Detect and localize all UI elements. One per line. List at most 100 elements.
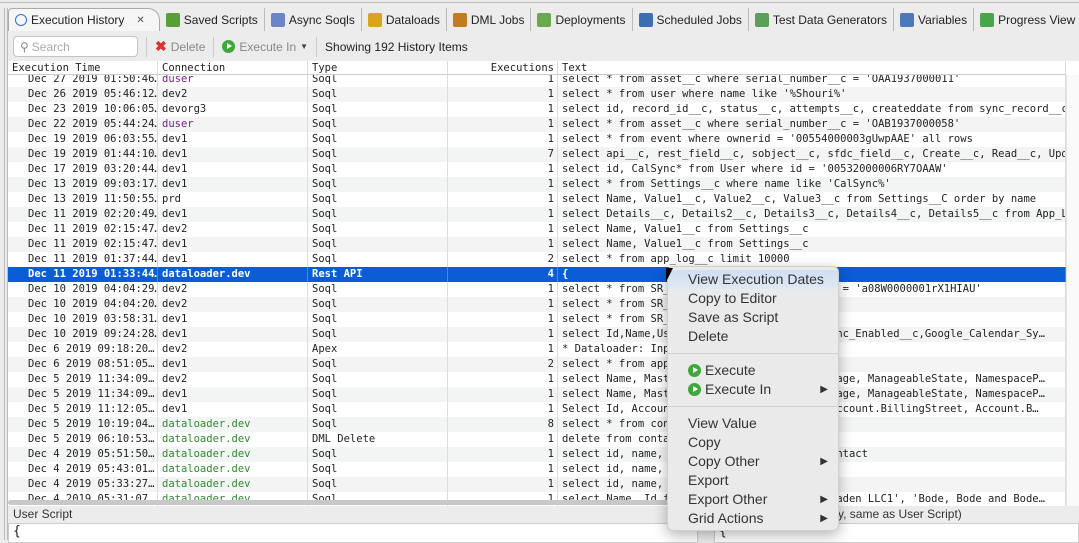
table-row[interactable]: Dec 10 2019 04:04:20… dev2 Soql 1 select * f… — [8, 297, 1066, 312]
cell-execution-time: Dec 22 2019 05:44:24… — [8, 117, 158, 132]
execute-icon — [688, 364, 701, 377]
tab-label: Variables — [917, 12, 968, 27]
tab-saved-scripts[interactable]: Saved Scripts — [159, 8, 265, 31]
menu-item-export-other[interactable]: Export Other ▶ — [668, 490, 838, 509]
delete-button[interactable]: ✖ Delete — [155, 38, 205, 55]
table-row[interactable]: Dec 4 2019 05:33:27… dataloader.dev Soql 1 s… — [8, 477, 1066, 492]
menu-item-execute[interactable]: Execute — [668, 361, 838, 380]
cell-connection: dev2 — [158, 87, 308, 102]
table-row[interactable]: Dec 10 2019 03:58:31… dev1 Soql 1 select * f… — [8, 312, 1066, 327]
table-row[interactable]: Dec 19 2019 06:03:55… dev1 Soql 1 select * f… — [8, 132, 1066, 147]
table-row[interactable]: Dec 10 2019 04:04:29… dev2 Soql 1 select * f… — [8, 282, 1066, 297]
cell-type: Soql — [308, 102, 448, 117]
menu-item-export[interactable]: Export — [668, 471, 838, 490]
tab-dml-jobs[interactable]: DML Jobs — [446, 8, 532, 31]
menu-item-save-as-script[interactable]: Save as Script — [668, 308, 838, 327]
table-row[interactable]: Dec 6 2019 09:18:20… dev2 Apex 1 * Dataloade… — [8, 342, 1066, 357]
table-row[interactable]: Dec 23 2019 10:06:05… devorg3 Soql 1 select … — [8, 102, 1066, 117]
cell-execution-time: Dec 10 2019 03:58:31… — [8, 312, 158, 327]
cell-connection: dataloader.dev — [158, 417, 308, 432]
menu-item-grid-actions[interactable]: Grid Actions ▶ — [668, 509, 838, 528]
close-tab-icon[interactable]: ✕ — [136, 15, 144, 26]
cell-execution-time: Dec 23 2019 10:06:05… — [8, 102, 158, 117]
execute-icon — [688, 383, 701, 396]
cell-executions: 1 — [448, 102, 558, 117]
tab-test-data-generators[interactable]: Test Data Generators — [748, 8, 894, 31]
cell-execution-time: Dec 13 2019 11:50:55… — [8, 192, 158, 207]
cell-text: select id, record_id__c, status__c, atte… — [558, 102, 1066, 117]
table-row[interactable]: Dec 19 2019 01:44:10… dev1 Soql 7 select api… — [8, 147, 1066, 162]
table-row[interactable]: Dec 5 2019 06:10:53… dataloader.dev DML De… — [8, 432, 1066, 447]
menu-item-copy-other[interactable]: Copy Other ▶ — [668, 452, 838, 471]
menu-item-copy-to-editor[interactable]: Copy to Editor — [668, 289, 838, 308]
tab-variables[interactable]: Variables — [893, 8, 975, 31]
tab-scheduled-jobs[interactable]: Scheduled Jobs — [632, 8, 749, 31]
tab-progress-view[interactable]: Progress View — [974, 8, 1079, 31]
cell-execution-time: Dec 13 2019 09:03:17… — [8, 177, 158, 192]
cell-text: select Name, Value1__c, Value2__c, Value… — [558, 192, 1066, 207]
table-row[interactable]: Dec 11 2019 02:15:47… dev1 Soql 1 select Nam… — [8, 237, 1066, 252]
cell-type: Soql — [308, 87, 448, 102]
table-row[interactable]: Dec 17 2019 03:20:44… dev1 Soql 1 select id,… — [8, 162, 1066, 177]
cell-text: select * from event where ownerid = '005… — [558, 132, 1066, 147]
tab-execution-history[interactable]: Execution History ✕ — [8, 8, 160, 31]
menu-item-view-value[interactable]: View Value — [668, 414, 838, 433]
cell-execution-time: Dec 11 2019 02:20:49… — [8, 207, 158, 222]
table-row[interactable]: Dec 22 2019 05:44:24… duser Soql 1 select * … — [8, 117, 1066, 132]
mouse-cursor-icon — [666, 268, 673, 282]
table-row[interactable]: Dec 5 2019 10:19:04… dataloader.dev Soql 8 s… — [8, 417, 1066, 432]
table-row[interactable]: Dec 4 2019 05:43:01… dataloader.dev Soql 1 s… — [8, 462, 1066, 477]
col-header-executions[interactable]: Executions — [448, 61, 558, 74]
cell-execution-time: Dec 5 2019 11:12:05… — [8, 402, 158, 417]
vertical-scrollbar[interactable] — [1066, 75, 1079, 506]
search-input[interactable]: ⚲ Search — [13, 36, 138, 57]
col-header-execution-time[interactable]: Execution Time — [8, 61, 158, 74]
menu-item-execute-in[interactable]: Execute In ▶ — [668, 380, 838, 399]
cell-text: select * from asset__c where serial_numb… — [558, 117, 1066, 132]
cell-executions: 1 — [448, 222, 558, 237]
tab-label: Async Soqls — [288, 12, 355, 27]
table-row[interactable]: Dec 5 2019 11:12:05… dev1 Soql 1 Select Id, … — [8, 402, 1066, 417]
tab-async-soqls[interactable]: Async Soqls — [264, 8, 362, 31]
history-grid[interactable]: Execution Time Connection Type Execution… — [8, 61, 1079, 506]
cell-text: select Details__c, Details2__c, Details3… — [558, 207, 1066, 222]
cell-text: select * from app_log__c limit 10000 — [558, 252, 1066, 267]
menu-item-delete[interactable]: Delete — [668, 327, 838, 346]
col-header-type[interactable]: Type — [308, 61, 448, 74]
menu-item-view-execution-dates[interactable]: View Execution Dates — [668, 270, 838, 289]
cell-text: select Name, Value1__c from Settings__c — [558, 222, 1066, 237]
table-row[interactable]: Dec 13 2019 09:03:17… dev1 Soql 1 select * f… — [8, 177, 1066, 192]
menu-item-copy[interactable]: Copy — [668, 433, 838, 452]
col-header-connection[interactable]: Connection — [158, 61, 308, 74]
table-row[interactable]: Dec 26 2019 05:46:12… dev2 Soql 1 select * f… — [8, 87, 1066, 102]
table-row[interactable]: Dec 10 2019 09:24:28… dev1 Soql 1 select Id,… — [8, 327, 1066, 342]
toolbar-divider — [213, 36, 215, 57]
table-row[interactable]: Dec 13 2019 11:50:55… prd Soql 1 select Name… — [8, 192, 1066, 207]
table-row[interactable]: Dec 5 2019 11:34:09… dev2 Soql 1 select Name… — [8, 372, 1066, 387]
cell-executions: 1 — [448, 477, 558, 492]
table-row[interactable]: Dec 4 2019 05:51:50… dataloader.dev Soql 1 s… — [8, 447, 1066, 462]
tab-deployments[interactable]: Deployments — [531, 8, 633, 31]
cell-executions: 2 — [448, 357, 558, 372]
cell-text-tail: ync_Enabled__c,Google_Calendar_Sy… — [830, 328, 1045, 340]
cell-connection: dev1 — [158, 162, 308, 177]
menu-item-label: Save as Script — [688, 309, 779, 325]
table-row[interactable]: Dec 5 2019 11:34:09… dev1 Soql 1 select Name… — [8, 387, 1066, 402]
table-row[interactable]: Dec 6 2019 08:51:05… dev1 Soql 2 select * fr… — [8, 357, 1066, 372]
col-header-text[interactable]: Text — [558, 61, 1066, 74]
table-row[interactable]: Dec 11 2019 01:33:44… dataloader.dev Rest … — [8, 267, 1066, 282]
tab-dataloads[interactable]: Dataloads — [361, 8, 447, 31]
table-row[interactable]: Dec 11 2019 01:37:44… dev1 Soql 2 select * f… — [8, 252, 1066, 267]
table-row[interactable]: Dec 11 2019 02:20:49… dev1 Soql 1 select Det… — [8, 207, 1066, 222]
cell-text-tail: Account.BillingStreet, Account.B… — [830, 403, 1039, 415]
chevron-down-icon: ▼ — [300, 42, 309, 51]
execute-in-button[interactable]: Execute In ▼ — [222, 40, 308, 54]
cell-type: Soql — [308, 207, 448, 222]
cell-executions: 1 — [448, 132, 558, 147]
cell-type: Soql — [308, 402, 448, 417]
table-row[interactable]: Dec 11 2019 02:15:47… dev2 Soql 1 select Nam… — [8, 222, 1066, 237]
cell-execution-time: Dec 4 2019 05:51:50… — [8, 447, 158, 462]
menu-item-label: View Execution Dates — [688, 271, 824, 287]
menu-item-label: View Value — [688, 415, 757, 431]
user-script-editor[interactable]: { — [8, 523, 698, 543]
